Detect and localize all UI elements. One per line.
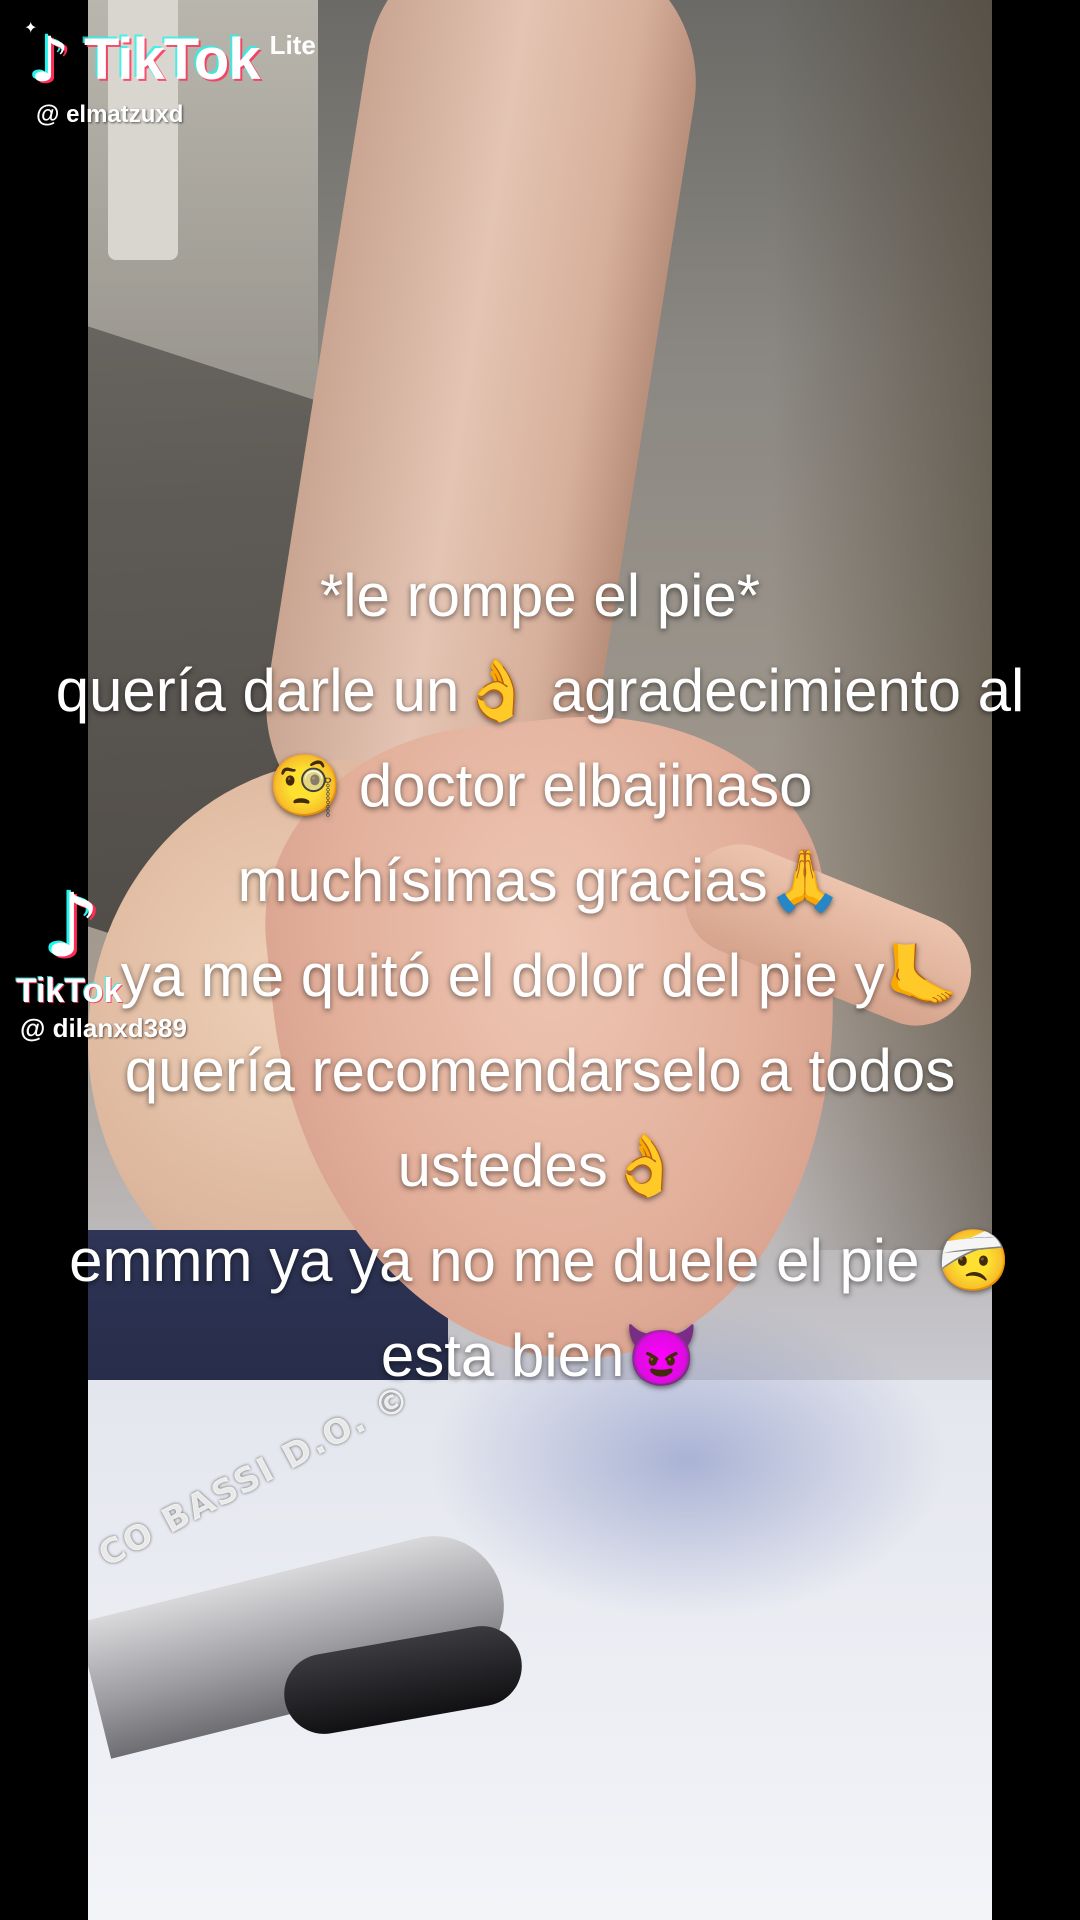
caption-line: ustedes👌	[397, 1132, 683, 1199]
tiktok-watermark-top: ✦ ♪ ♪ ♪ TikTok Lite @ elmatzuxd	[24, 17, 316, 129]
caption-line: ya me quitó el dolor del pie y🦶	[120, 942, 960, 1009]
caption-line: esta bien😈	[380, 1322, 700, 1389]
caption-line: muchísimas gracias🙏	[237, 847, 843, 914]
caption-line: 🧐 doctor elbajinaso	[267, 752, 813, 819]
caption-line: *le rompe el pie*	[319, 562, 761, 629]
tiktok-note-icon: ✦ ♪ ♪ ♪	[24, 17, 73, 98]
watermark-username: @ elmatzuxd	[36, 101, 184, 128]
tiktok-brand: TikTok	[84, 27, 261, 92]
caption-line: quería darle un👌 agradecimiento al	[55, 657, 1025, 724]
caption-overlay: *le rompe el pie* quería darle un👌 agrad…	[0, 548, 1080, 1403]
caption-line: emmm ya ya no me duele el pie 🤕	[69, 1227, 1011, 1294]
tiktok-brand-suffix: Lite	[269, 30, 316, 60]
caption-line: quería recomendarselo a todos	[124, 1037, 956, 1104]
